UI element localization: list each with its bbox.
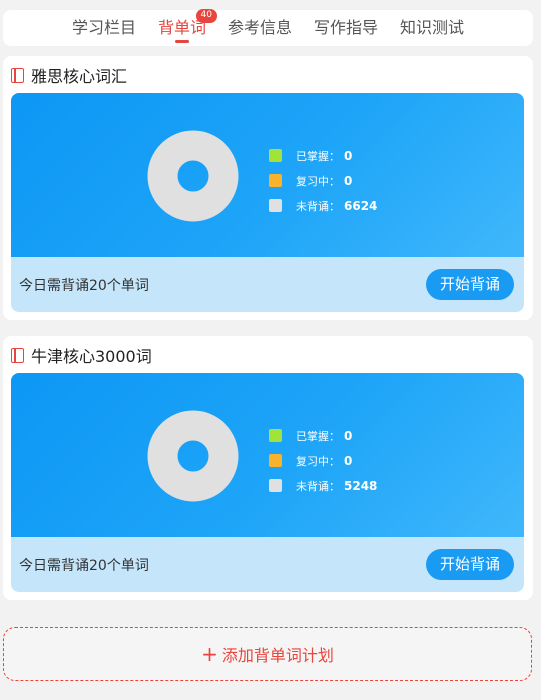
legend-value: 5248 — [344, 478, 378, 493]
tab-label: 参考信息 — [227, 18, 292, 37]
progress-summary: 已掌握： 0 复习中： 0 未背诵： 5248 — [11, 373, 524, 537]
unlearned-swatch — [269, 199, 282, 212]
unlearned-swatch — [269, 479, 282, 492]
daily-goal-text: 今日需背诵20个单词 — [19, 557, 149, 574]
tab-vocabulary[interactable]: 背单词 40 — [147, 9, 217, 46]
reviewing-swatch — [269, 454, 282, 467]
legend-row-reviewing: 复习中： 0 — [269, 168, 377, 193]
daily-goal-text: 今日需背诵20个单词 — [19, 277, 149, 294]
plan-card-header: 雅思核心词汇 — [11, 62, 127, 88]
tab-knowledge-test[interactable]: 知识测试 — [389, 10, 475, 46]
start-recite-button[interactable]: 开始背诵 — [425, 269, 514, 300]
progress-panel: 已掌握： 0 复习中： 0 未背诵： 5248 今日需背诵20个单词 开始背诵 — [11, 373, 524, 592]
progress-summary: 已掌握： 0 复习中： 0 未背诵： 6624 — [11, 93, 524, 257]
book-icon — [11, 347, 24, 363]
tab-label: 学习栏目 — [71, 18, 136, 37]
plan-card: 雅思核心词汇 已掌握： 0 复习中： 0 未背诵： 6624 今日需背诵20个单… — [3, 56, 533, 320]
progress-donut-icon — [147, 130, 239, 222]
tab-label: 知识测试 — [400, 18, 465, 37]
legend-value: 6624 — [344, 198, 378, 213]
legend-row-mastered: 已掌握： 0 — [269, 143, 377, 168]
legend-row-reviewing: 复习中： 0 — [269, 448, 377, 473]
plan-card: 牛津核心3000词 已掌握： 0 复习中： 0 未背诵： 5248 今日需背诵2… — [3, 336, 533, 600]
legend-label: 已掌握： — [296, 149, 340, 163]
legend-value: 0 — [344, 173, 353, 188]
add-plan-label: 添加背单词计划 — [221, 646, 334, 665]
book-icon — [11, 67, 24, 83]
reviewing-swatch — [269, 174, 282, 187]
start-recite-button[interactable]: 开始背诵 — [425, 549, 514, 580]
plan-title: 雅思核心词汇 — [31, 67, 128, 86]
plan-card-header: 牛津核心3000词 — [11, 342, 152, 368]
tab-study-column[interactable]: 学习栏目 — [61, 10, 147, 46]
progress-legend: 已掌握： 0 复习中： 0 未背诵： 6624 — [269, 143, 377, 218]
legend-value: 0 — [344, 453, 353, 468]
tab-label: 写作指导 — [314, 18, 379, 37]
plan-title: 牛津核心3000词 — [31, 347, 152, 366]
legend-label: 未背诵： — [296, 199, 340, 213]
legend-label: 已掌握： — [296, 429, 340, 443]
progress-donut-icon — [147, 410, 239, 502]
plus-icon: + — [201, 642, 218, 666]
legend-label: 复习中： — [296, 174, 340, 188]
progress-panel: 已掌握： 0 复习中： 0 未背诵： 6624 今日需背诵20个单词 开始背诵 — [11, 93, 524, 312]
legend-row-unlearned: 未背诵： 6624 — [269, 193, 377, 218]
legend-row-unlearned: 未背诵： 5248 — [269, 473, 377, 498]
mastered-swatch — [269, 429, 282, 442]
add-plan-button[interactable]: + 添加背单词计划 — [3, 627, 532, 681]
tab-bar: 学习栏目 背单词 40 参考信息 写作指导 知识测试 — [3, 9, 533, 46]
legend-label: 未背诵： — [296, 479, 340, 493]
legend-value: 0 — [344, 148, 353, 163]
tab-indicator — [174, 40, 189, 43]
legend-value: 0 — [344, 428, 353, 443]
progress-legend: 已掌握： 0 复习中： 0 未背诵： 5248 — [269, 423, 377, 498]
count-badge: 40 — [195, 9, 217, 23]
daily-goal-bar: 今日需背诵20个单词 开始背诵 — [11, 537, 524, 592]
tab-writing-guide[interactable]: 写作指导 — [303, 10, 389, 46]
legend-row-mastered: 已掌握： 0 — [269, 423, 377, 448]
legend-label: 复习中： — [296, 454, 340, 468]
tab-reference-info[interactable]: 参考信息 — [217, 10, 303, 46]
mastered-swatch — [269, 149, 282, 162]
daily-goal-bar: 今日需背诵20个单词 开始背诵 — [11, 257, 524, 312]
